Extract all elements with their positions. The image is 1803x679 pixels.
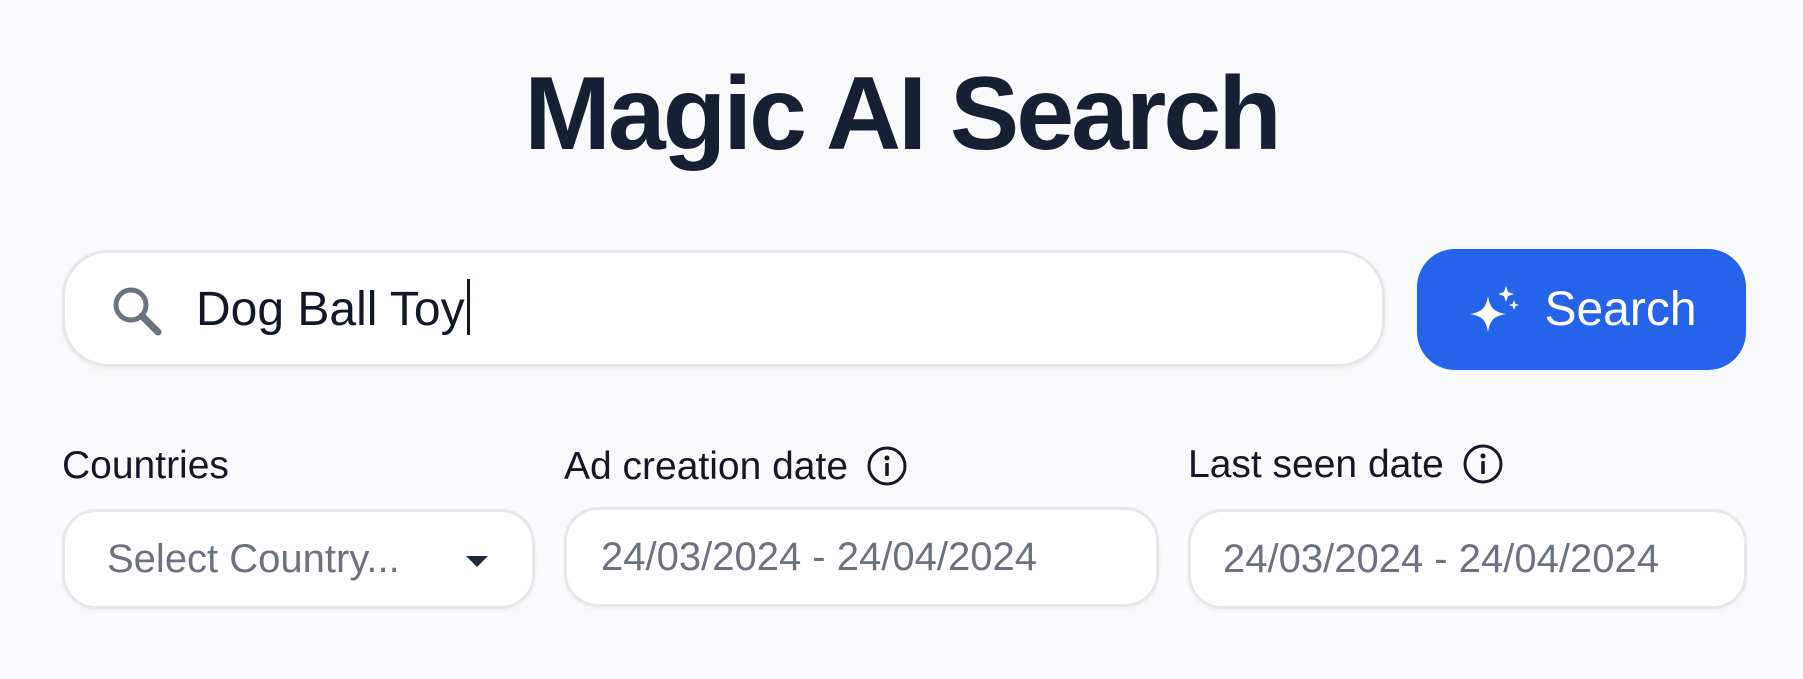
search-box[interactable]: Dog Ball Toy: [62, 250, 1385, 367]
search-button[interactable]: Search: [1417, 249, 1746, 370]
search-input[interactable]: Dog Ball Toy: [196, 279, 470, 340]
country-select[interactable]: Select Country...: [62, 509, 535, 609]
ad-creation-date-value: 24/03/2024 - 24/04/2024: [601, 534, 1037, 579]
search-icon: [113, 287, 162, 336]
text-caret: [466, 279, 470, 335]
magic-ai-search-page: Magic AI Search Dog Ball Toy Search Coun…: [0, 0, 1803, 679]
ad-creation-date-field[interactable]: 24/03/2024 - 24/04/2024: [564, 507, 1159, 607]
last-seen-date-field[interactable]: 24/03/2024 - 24/04/2024: [1188, 509, 1747, 609]
chevron-down-icon: [466, 556, 488, 567]
last-seen-date-value: 24/03/2024 - 24/04/2024: [1223, 536, 1659, 581]
ad-creation-date-label-text: Ad creation date: [564, 444, 849, 488]
search-input-value: Dog Ball Toy: [196, 283, 465, 336]
ad-creation-date-label: Ad creation date: [564, 445, 908, 487]
info-icon[interactable]: [1462, 443, 1504, 485]
search-button-label: Search: [1544, 283, 1697, 336]
countries-label-text: Countries: [62, 444, 229, 487]
countries-label: Countries: [62, 446, 229, 485]
last-seen-date-label: Last seen date: [1188, 443, 1504, 485]
info-icon[interactable]: [866, 445, 908, 487]
sparkle-icon: [1470, 285, 1520, 332]
last-seen-date-label-text: Last seen date: [1188, 442, 1444, 486]
country-select-placeholder: Select Country...: [107, 536, 400, 581]
page-title: Magic AI Search: [524, 56, 1282, 172]
